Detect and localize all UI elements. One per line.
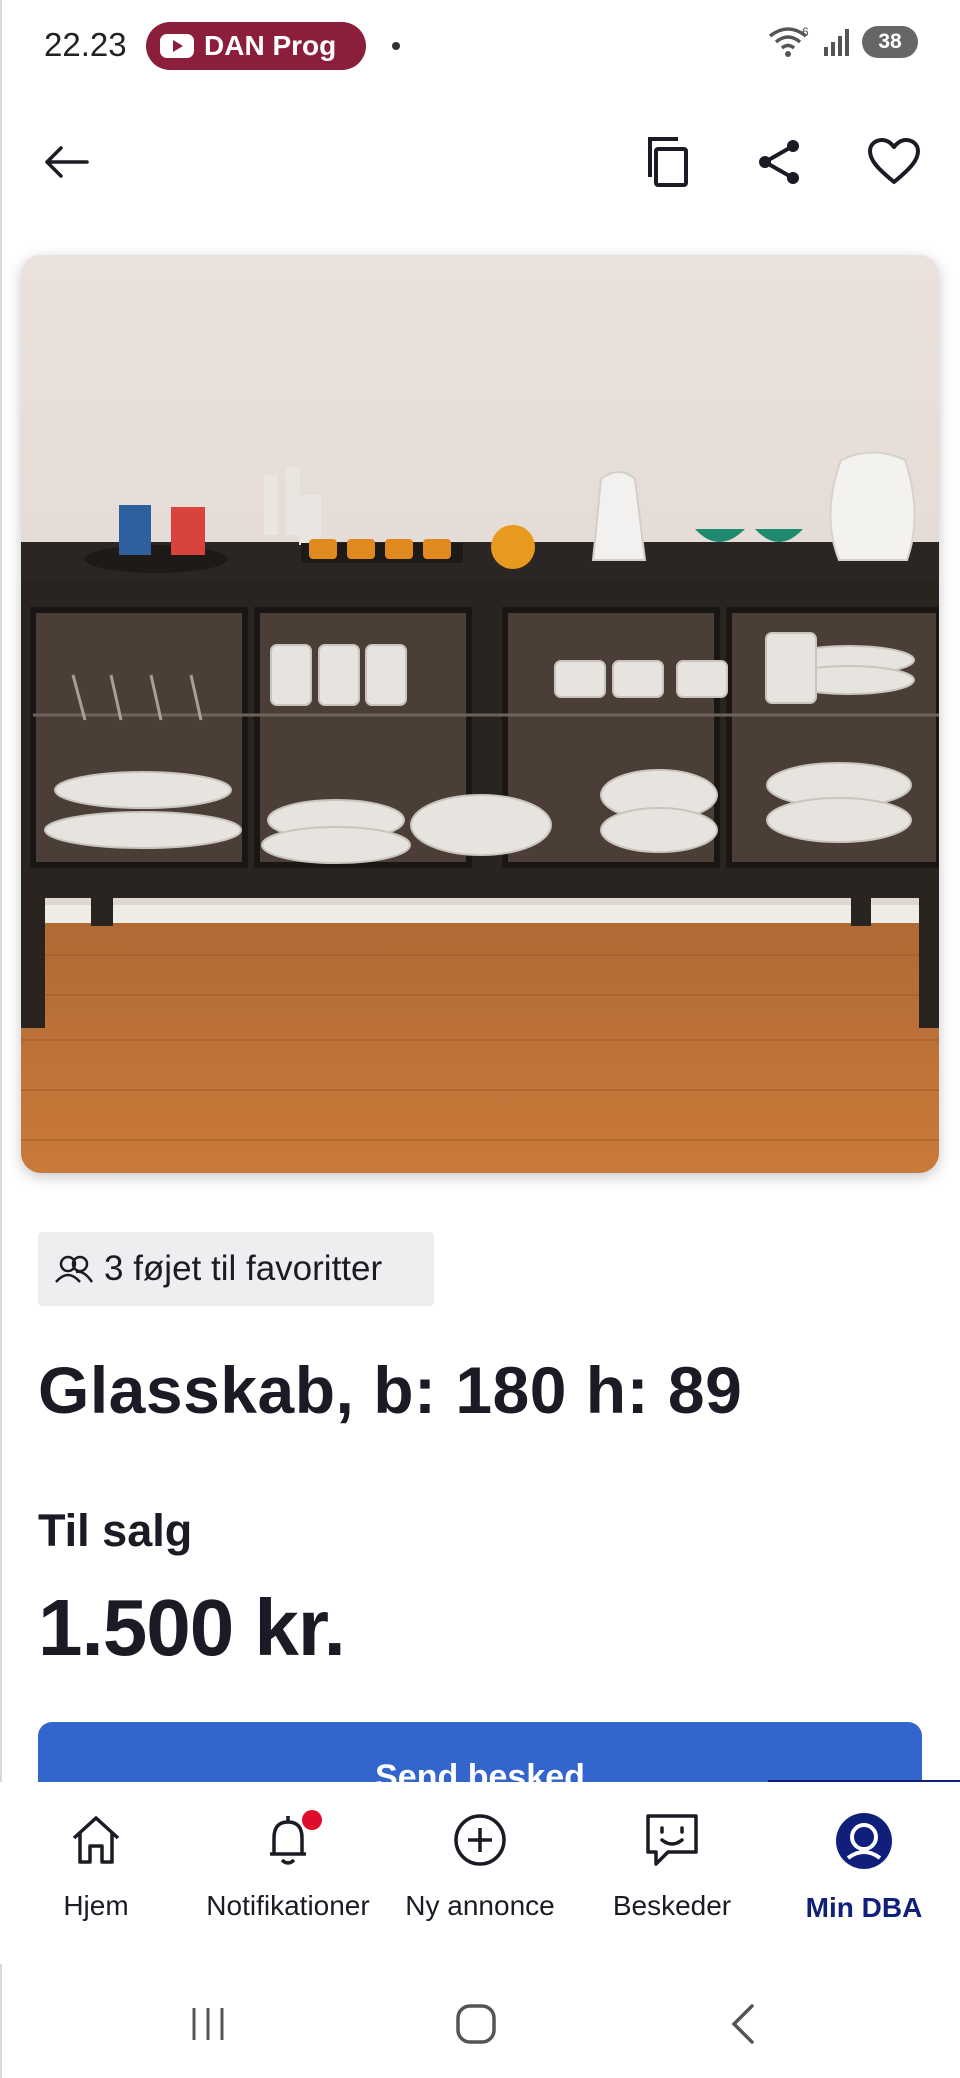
- nav-label-profile: Min DBA: [805, 1892, 923, 1923]
- top-toolbar: [0, 118, 960, 208]
- battery-indicator: 38: [862, 26, 918, 58]
- home-circle-icon: [456, 2004, 496, 2044]
- listing-title: Glasskab, b: 180 h: 89: [38, 1353, 743, 1427]
- copy-button[interactable]: [633, 126, 705, 198]
- nav-item-profile[interactable]: Min DBA: [768, 1782, 960, 1964]
- copy-icon: [648, 137, 688, 187]
- arrow-left-icon: [45, 146, 89, 178]
- notification-pill-text: DAN Prog: [204, 30, 337, 61]
- status-time: 22.23: [44, 26, 127, 63]
- youtube-icon: [160, 34, 194, 58]
- sale-status-label: Til salg: [38, 1505, 193, 1556]
- plus-circle-icon: [454, 1814, 506, 1866]
- heart-icon: [868, 138, 920, 184]
- wifi-icon: 6: [768, 26, 809, 57]
- nav-label-messages: Beskeder: [612, 1890, 732, 1921]
- back-button[interactable]: [30, 126, 102, 198]
- notification-pill[interactable]: DAN Prog: [146, 22, 366, 70]
- home-icon: [72, 1816, 120, 1864]
- nav-item-new-listing[interactable]: Ny annonce: [384, 1782, 576, 1964]
- listing-price: 1.500 kr.: [38, 1583, 346, 1672]
- system-icons: 6 38: [768, 26, 918, 58]
- listing-photo[interactable]: [21, 255, 939, 1173]
- chat-icon: [646, 1814, 698, 1866]
- nav-label-notifications: Notifikationer: [206, 1890, 370, 1921]
- share-icon: [759, 140, 799, 184]
- nav-item-home[interactable]: Hjem: [0, 1782, 192, 1964]
- screen-edge: [0, 0, 2, 2078]
- nav-label-new-listing: Ny annonce: [405, 1890, 555, 1921]
- share-button[interactable]: [744, 126, 816, 198]
- send-message-button[interactable]: Send besked: [38, 1722, 922, 1782]
- send-message-label: Send besked: [375, 1758, 585, 1782]
- profile-icon: [836, 1813, 892, 1869]
- favorites-count-text: 3 føjet til favoritter: [104, 1249, 383, 1288]
- chevron-left-icon: [731, 2004, 754, 2044]
- favorite-button[interactable]: [858, 126, 930, 198]
- more-notifications-dot: [392, 42, 400, 50]
- signal-icon: [824, 29, 849, 56]
- system-navigation-bar: [0, 1964, 960, 2078]
- system-back-button[interactable]: [714, 1994, 774, 2054]
- people-icon: [55, 1255, 94, 1283]
- bottom-navigation: Hjem Notifikationer Ny annonce Beskeder …: [0, 1782, 960, 1964]
- recent-apps-icon: [192, 2008, 224, 2040]
- nav-item-notifications[interactable]: Notifikationer: [192, 1782, 384, 1964]
- nav-label-home: Hjem: [63, 1890, 129, 1921]
- notification-dot: [302, 1810, 322, 1830]
- home-system-button[interactable]: [446, 1994, 506, 2054]
- favorites-count-badge: 3 føjet til favoritter: [38, 1232, 434, 1306]
- status-bar: 22.23 DAN Prog 6 38: [0, 0, 960, 95]
- recent-apps-button[interactable]: [178, 1994, 238, 2054]
- cabinet-photo-illustration: [21, 255, 939, 1173]
- nav-item-messages[interactable]: Beskeder: [576, 1782, 768, 1964]
- svg-text:6: 6: [802, 26, 809, 39]
